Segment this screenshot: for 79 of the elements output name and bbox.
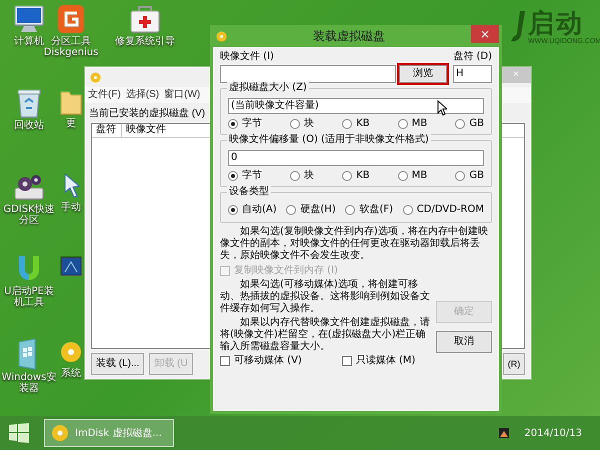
field-label: 映像文件 (I) [220, 51, 274, 63]
radio-label: KB [356, 118, 370, 130]
radio-button[interactable] [228, 119, 238, 129]
group-legend: 虚拟磁盘大小 (Z) [227, 82, 309, 94]
computer-icon [12, 4, 46, 34]
disc-icon [51, 424, 69, 442]
radio-label: 硬盘(H) [300, 204, 336, 216]
dialog-button[interactable]: 取消 [436, 331, 492, 353]
radio-button[interactable] [290, 171, 300, 181]
value-field[interactable]: 0 [228, 150, 484, 166]
radio-button[interactable] [345, 205, 356, 215]
taskbar-button[interactable]: ImDisk 虚拟磁盘... [44, 419, 174, 447]
radio-label: 块 [304, 170, 314, 182]
radio-button[interactable] [455, 119, 466, 129]
browse-button[interactable]: 浏览 [399, 65, 447, 83]
radio-button[interactable] [290, 119, 300, 129]
image-file-field[interactable] [220, 65, 396, 83]
window-button[interactable]: (R) [503, 353, 525, 375]
desktop-icon-label[interactable]: U启动PE装机工具 [0, 286, 58, 308]
disc-icon [90, 72, 101, 82]
drive-letter-field[interactable]: H [453, 65, 492, 83]
desktop-icon-label[interactable]: 修复系统引导 [115, 36, 175, 47]
checkbox-label: 复制映像文件到内存 (I) [234, 265, 338, 277]
radio-label: GB [469, 170, 484, 182]
radio-button[interactable] [342, 171, 352, 181]
radio-button[interactable] [342, 119, 352, 129]
radio-label: MB [412, 118, 428, 130]
radio-label: 自动(A) [242, 204, 277, 216]
desktop-icon-label[interactable]: 分区工具 Diskgenius [44, 36, 98, 58]
desktop-icon-label[interactable]: Windows安装器 [0, 372, 58, 394]
group-legend: 设备类型 [227, 186, 271, 198]
checkbox-label: 只读媒体 (M) [356, 355, 416, 367]
wallpaper-logo-text: 启动 [528, 10, 584, 38]
radio-label: 块 [304, 118, 314, 130]
value-field[interactable]: (当前映像文件容量) [228, 98, 484, 114]
desktop-icon-label[interactable]: 系统 [61, 368, 81, 379]
radio-button[interactable] [228, 171, 238, 181]
group-legend: 映像文件偏移量 (O) (适用于非映像文件格式) [227, 134, 431, 146]
desktop-icon-label[interactable]: 手动 [61, 202, 81, 213]
radio-label: 字节 [242, 170, 262, 182]
first-aid-kit-icon [128, 4, 162, 34]
radio-label: 软盘(F) [359, 204, 394, 216]
menu-item[interactable]: 选择(S) [126, 89, 160, 101]
list-label: 当前已安装的虚拟磁盘 (V) [88, 108, 206, 120]
mouse-pointer-icon [437, 100, 447, 116]
dialog-title: 装载虚拟磁盘 [312, 30, 386, 42]
help-text: 如果勾选(可移动媒体)选项，将创建可移动、热插拔的虚拟设备。这将影响到例如设备文件缓存如何写入操作。 [220, 279, 431, 315]
g-logo-icon [57, 4, 85, 34]
close-button[interactable]: × [471, 25, 499, 43]
desktop-icon-label[interactable]: 更 [66, 118, 76, 129]
radio-label: GB [469, 118, 484, 130]
help-text: 如果以内存代替映像文件创建虚拟磁盘，请将(映像文件)栏留空，在(虚拟磁盘大小)栏正确输入所需磁盘容量大小。 [220, 317, 431, 353]
radio-button[interactable] [455, 171, 466, 181]
tray-icon[interactable] [498, 427, 510, 439]
checkbox[interactable] [342, 356, 352, 366]
menu-item[interactable]: 文件(F) [88, 89, 121, 101]
gear-drive-icon [13, 172, 45, 202]
checkbox[interactable] [220, 356, 230, 366]
window-button[interactable]: 装载 (L)... [91, 353, 144, 375]
desktop-icon-label[interactable]: GDISK快速分区 [0, 204, 58, 226]
windows-logo-icon[interactable] [8, 422, 30, 444]
radio-button[interactable] [402, 205, 413, 215]
radio-button[interactable] [398, 171, 408, 181]
radio-label: KB [356, 170, 370, 182]
recycle-bin-icon [16, 88, 42, 118]
radio-button[interactable] [398, 119, 408, 129]
menu-item[interactable]: 窗口(W) [164, 89, 200, 101]
radio-button[interactable] [286, 205, 296, 215]
desktop-icon-label[interactable]: 回收站 [14, 120, 44, 131]
clock-date: 2014/10/13 [524, 426, 582, 440]
radio-label: MB [412, 170, 428, 182]
radio-button[interactable] [228, 205, 238, 215]
checkbox-label: 可移动媒体 (V) [234, 355, 302, 367]
desktop-icon-label[interactable]: 计算机 [14, 36, 44, 47]
column-header[interactable]: 盘符 [92, 124, 122, 137]
help-text: 如果勾选(复制映像文件到内存)选项，将在内存中创建映像文件的副本，对映像文件的任何更改在驱动器卸载后将丢失，原始映像文件不会发生改变。 [220, 226, 489, 262]
field-label: 盘符 (D) [453, 51, 492, 63]
radio-label: CD/DVD-ROM [416, 204, 484, 216]
disc-icon [216, 30, 227, 42]
